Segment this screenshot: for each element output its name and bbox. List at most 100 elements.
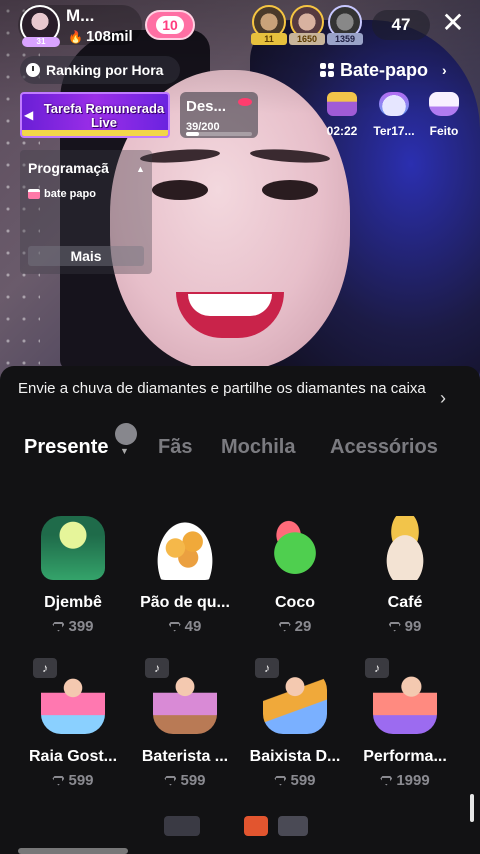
gift-name: Baterista ... (141, 748, 229, 765)
program-title: Programaçã (28, 160, 109, 176)
gift-price-value: 599 (180, 772, 206, 789)
diamond-icon (168, 621, 181, 632)
bunny-event-button[interactable] (424, 92, 464, 120)
program-item[interactable]: bate papo (28, 188, 96, 200)
gift-name: Café (387, 594, 423, 611)
flame-icon: 🔥 (68, 29, 83, 44)
top-bar: 31 M... 🔥 108mil 10 11 1650 1359 47 ✕ (0, 0, 480, 50)
clock-icon (26, 63, 40, 77)
diamond-icon (278, 621, 291, 632)
gift-price-value: 49 (184, 618, 202, 635)
djembe-icon (41, 516, 105, 580)
diamond-icon (388, 621, 401, 632)
chat-label: Bate-papo (340, 59, 429, 80)
music-note-icon: ♪ (365, 658, 389, 678)
cloud-event-label: Ter17... (373, 124, 415, 138)
gift-name: Djembê (44, 594, 102, 611)
ranking-label: Ranking por Hora (46, 62, 164, 78)
coconut-icon (263, 516, 327, 580)
treasure-chest-icon (327, 92, 357, 116)
gift-item[interactable]: ♪ Baterista ... 599 (130, 658, 240, 796)
gift-item-peek[interactable] (164, 816, 200, 836)
chevron-right-icon[interactable]: › (440, 388, 446, 409)
hourly-ranking-button[interactable]: Ranking por Hora (20, 56, 180, 84)
gift-price: 1999 (350, 772, 460, 789)
gift-name: Coco (275, 594, 315, 611)
program-panel: Programaçã ▲ bate papo Mais (20, 150, 152, 274)
host-name[interactable]: M... (66, 6, 94, 26)
caret-up-icon[interactable]: ▲ (136, 164, 145, 174)
gift-item-peek[interactable] (244, 816, 268, 836)
host-likes: 🔥 108mil (68, 28, 133, 45)
challenge-progress-fill (186, 132, 199, 136)
grid-icon (320, 63, 334, 77)
paid-task-banner[interactable]: ◀ Tarefa Remunerada Live (20, 92, 170, 138)
gift-item-peek[interactable] (278, 816, 308, 836)
gift-price-value: 1999 (396, 772, 430, 789)
gift-item[interactable]: Café 99 (350, 516, 460, 642)
gift-price-value: 399 (68, 618, 94, 635)
treasure-timer: 02:22 (326, 124, 358, 138)
gift-price: 599 (130, 772, 240, 789)
follow-button[interactable]: 10 (145, 10, 195, 40)
gift-item[interactable]: ♪ Baixista D... 599 (240, 658, 350, 796)
gift-scrollbar[interactable] (470, 794, 474, 822)
caret-down-icon: ▼ (120, 446, 129, 456)
diamond-icon (52, 775, 65, 786)
viewer-score-tag: 1359 (327, 33, 363, 45)
gift-item[interactable]: Pão de qu... 49 (130, 516, 240, 642)
gift-price: 99 (350, 618, 460, 635)
viewer-score-tag: 11 (251, 33, 287, 45)
tab-acessorios[interactable]: Acessórios (330, 436, 438, 459)
play-icon: ◀ (24, 108, 34, 122)
bottom-bar-peek (18, 848, 128, 854)
bassist-avatar-icon: ♪ (255, 658, 327, 734)
bunny-icon (429, 92, 459, 116)
diamond-icon (164, 775, 177, 786)
gift-price: 399 (18, 618, 128, 635)
gift-name: Baixista D... (249, 748, 341, 765)
tab-mochila[interactable]: Mochila (221, 436, 295, 459)
gift-name: Pão de qu... (140, 594, 230, 611)
gift-price: 29 (240, 618, 350, 635)
tab-presente[interactable]: Presente (24, 436, 109, 459)
performer-avatar-icon: ♪ (365, 658, 437, 734)
more-button[interactable]: Mais (28, 246, 144, 266)
cloud-icon (379, 92, 409, 116)
singer-avatar-icon: ♪ (33, 658, 105, 734)
banner-stripe (22, 130, 168, 136)
chevron-right-icon: › (442, 62, 447, 78)
program-item-label: bate papo (44, 188, 96, 200)
challenge-progress-bar (186, 132, 252, 136)
tab-fas[interactable]: Fãs (158, 436, 192, 459)
cake-icon (28, 189, 40, 199)
gift-item[interactable]: ♪ Performa... 1999 (350, 658, 460, 796)
follow-count: 10 (156, 16, 184, 34)
task-banner-text: Tarefa Remunerada Live (43, 101, 165, 130)
gift-item[interactable]: ♪ Raia Gost... 599 (18, 658, 128, 796)
diamond-icon (380, 775, 393, 786)
cheese-bread-icon (153, 516, 217, 580)
gift-item[interactable]: Coco 29 (240, 516, 350, 642)
viewer-score-tag: 1650 (289, 33, 325, 45)
chat-category-button[interactable]: Bate-papo › (314, 56, 474, 84)
viewer-count[interactable]: 47 (372, 10, 430, 40)
gift-price-value: 99 (404, 618, 422, 635)
challenge-title: Des... (186, 98, 227, 115)
treasure-chest-button[interactable] (322, 92, 362, 120)
bunny-event-label: Feito (429, 124, 459, 138)
lips-icon (238, 98, 252, 106)
gift-price: 599 (18, 772, 128, 789)
music-note-icon: ♪ (255, 658, 279, 678)
cloud-event-button[interactable] (374, 92, 414, 120)
gift-tabs: Presente Fãs Mochila Acessórios (0, 432, 480, 468)
diamond-rain-promo[interactable]: Envie a chuva de diamantes e partilhe os… (18, 378, 438, 399)
close-icon[interactable]: ✕ (438, 9, 468, 39)
music-note-icon: ♪ (33, 658, 57, 678)
gift-item[interactable]: Djembê 399 (18, 516, 128, 642)
diamond-icon (274, 775, 287, 786)
drummer-avatar-icon: ♪ (145, 658, 217, 734)
challenge-box[interactable]: Des... 39/200 (180, 92, 258, 138)
gift-name: Raia Gost... (28, 748, 118, 765)
gift-name: Performa... (363, 748, 447, 765)
